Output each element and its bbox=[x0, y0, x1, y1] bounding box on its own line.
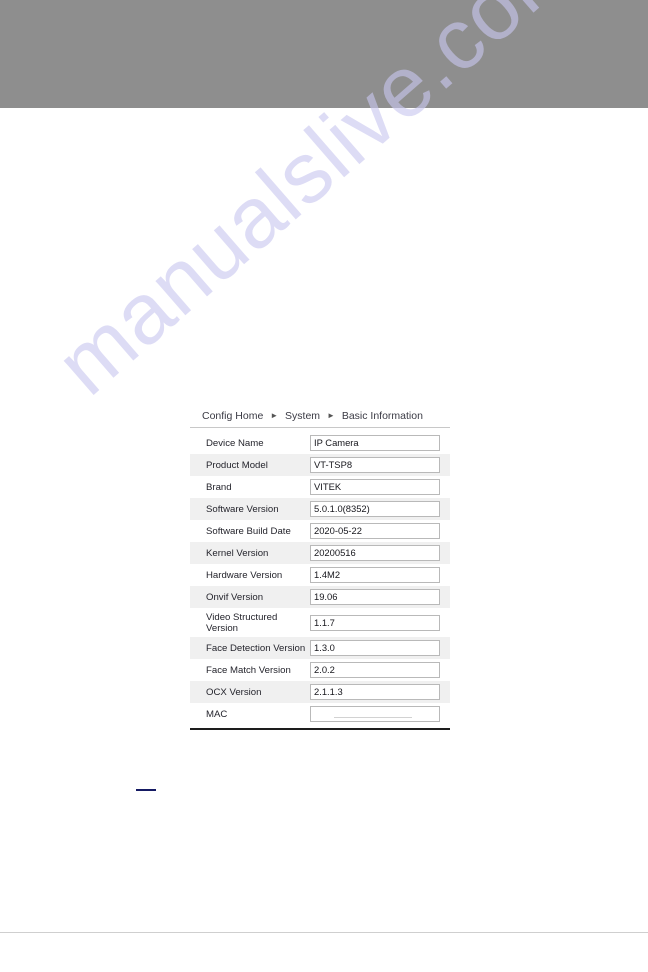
kernel-version-field[interactable]: 20200516 bbox=[310, 545, 440, 561]
row-value-cell: 1.3.0 bbox=[310, 637, 450, 659]
table-row: Software Build Date 2020-05-22 bbox=[190, 520, 450, 542]
device-name-field[interactable]: IP Camera bbox=[310, 435, 440, 451]
basic-information-panel: Config Home ► System ► Basic Information… bbox=[190, 410, 450, 730]
face-detection-version-field[interactable]: 1.3.0 bbox=[310, 640, 440, 656]
table-row: Kernel Version 20200516 bbox=[190, 542, 450, 564]
breadcrumb-separator-icon: ► bbox=[326, 411, 335, 420]
row-label: Face Detection Version bbox=[206, 642, 306, 654]
brand-field[interactable]: VITEK bbox=[310, 479, 440, 495]
row-value-cell: 2.1.1.3 bbox=[310, 681, 450, 703]
table-row: Device Name IP Camera bbox=[190, 432, 450, 454]
footer-rule bbox=[0, 932, 648, 933]
row-value-cell: 19.06 bbox=[310, 586, 450, 608]
breadcrumb: Config Home ► System ► Basic Information bbox=[190, 410, 450, 428]
row-value-cell: 20200516 bbox=[310, 542, 450, 564]
table-row: Onvif Version 19.06 bbox=[190, 586, 450, 608]
row-value-cell: 1.4M2 bbox=[310, 564, 450, 586]
table-row: Face Match Version 2.0.2 bbox=[190, 659, 450, 681]
software-version-field[interactable]: 5.0.1.0(8352) bbox=[310, 501, 440, 517]
row-value-cell: 2.0.2 bbox=[310, 659, 450, 681]
row-value-cell: 1.1.7 bbox=[310, 608, 450, 637]
hardware-version-field[interactable]: 1.4M2 bbox=[310, 567, 440, 583]
basic-information-table-body: Device Name IP Camera Product Model VT-T… bbox=[190, 432, 450, 725]
row-label: Software Version bbox=[206, 503, 279, 515]
face-match-version-field[interactable]: 2.0.2 bbox=[310, 662, 440, 678]
product-model-field[interactable]: VT-TSP8 bbox=[310, 457, 440, 473]
row-label: Onvif Version bbox=[206, 591, 264, 603]
table-row: Software Version 5.0.1.0(8352) bbox=[190, 498, 450, 520]
row-label: MAC bbox=[206, 708, 228, 720]
table-row: Face Detection Version 1.3.0 bbox=[190, 637, 450, 659]
table-row: MAC bbox=[190, 703, 450, 725]
table-bottom-rule bbox=[190, 728, 450, 730]
row-value-cell: VT-TSP8 bbox=[310, 454, 450, 476]
breadcrumb-separator-icon: ► bbox=[270, 411, 279, 420]
accent-mark bbox=[136, 789, 156, 791]
table-row: Hardware Version 1.4M2 bbox=[190, 564, 450, 586]
mac-field[interactable] bbox=[310, 706, 440, 722]
row-label: OCX Version bbox=[206, 686, 262, 698]
row-label: Device Name bbox=[206, 437, 264, 449]
top-banner bbox=[0, 0, 648, 108]
breadcrumb-item-system[interactable]: System bbox=[285, 410, 320, 422]
breadcrumb-item-config-home[interactable]: Config Home bbox=[202, 410, 263, 422]
row-label: Brand bbox=[206, 481, 232, 493]
ocx-version-field[interactable]: 2.1.1.3 bbox=[310, 684, 440, 700]
basic-information-table: Device Name IP Camera Product Model VT-T… bbox=[190, 432, 450, 725]
row-label: Hardware Version bbox=[206, 569, 283, 581]
table-row: Brand VITEK bbox=[190, 476, 450, 498]
onvif-version-field[interactable]: 19.06 bbox=[310, 589, 440, 605]
row-label: Video Structured Version bbox=[206, 611, 278, 634]
row-label: Software Build Date bbox=[206, 525, 291, 537]
breadcrumb-item-basic-information: Basic Information bbox=[341, 410, 423, 422]
row-value-cell: VITEK bbox=[310, 476, 450, 498]
table-row: Video Structured Version 1.1.7 bbox=[190, 608, 450, 637]
table-row: Product Model VT-TSP8 bbox=[190, 454, 450, 476]
table-row: OCX Version 2.1.1.3 bbox=[190, 681, 450, 703]
row-value-cell bbox=[310, 703, 450, 725]
row-label: Product Model bbox=[206, 459, 268, 471]
row-value-cell: 2020-05-22 bbox=[310, 520, 450, 542]
row-label: Face Match Version bbox=[206, 664, 291, 676]
row-value-cell: IP Camera bbox=[310, 432, 450, 454]
video-structured-version-field[interactable]: 1.1.7 bbox=[310, 614, 440, 631]
row-value-cell: 5.0.1.0(8352) bbox=[310, 498, 450, 520]
software-build-date-field[interactable]: 2020-05-22 bbox=[310, 523, 440, 539]
row-label: Kernel Version bbox=[206, 547, 269, 559]
